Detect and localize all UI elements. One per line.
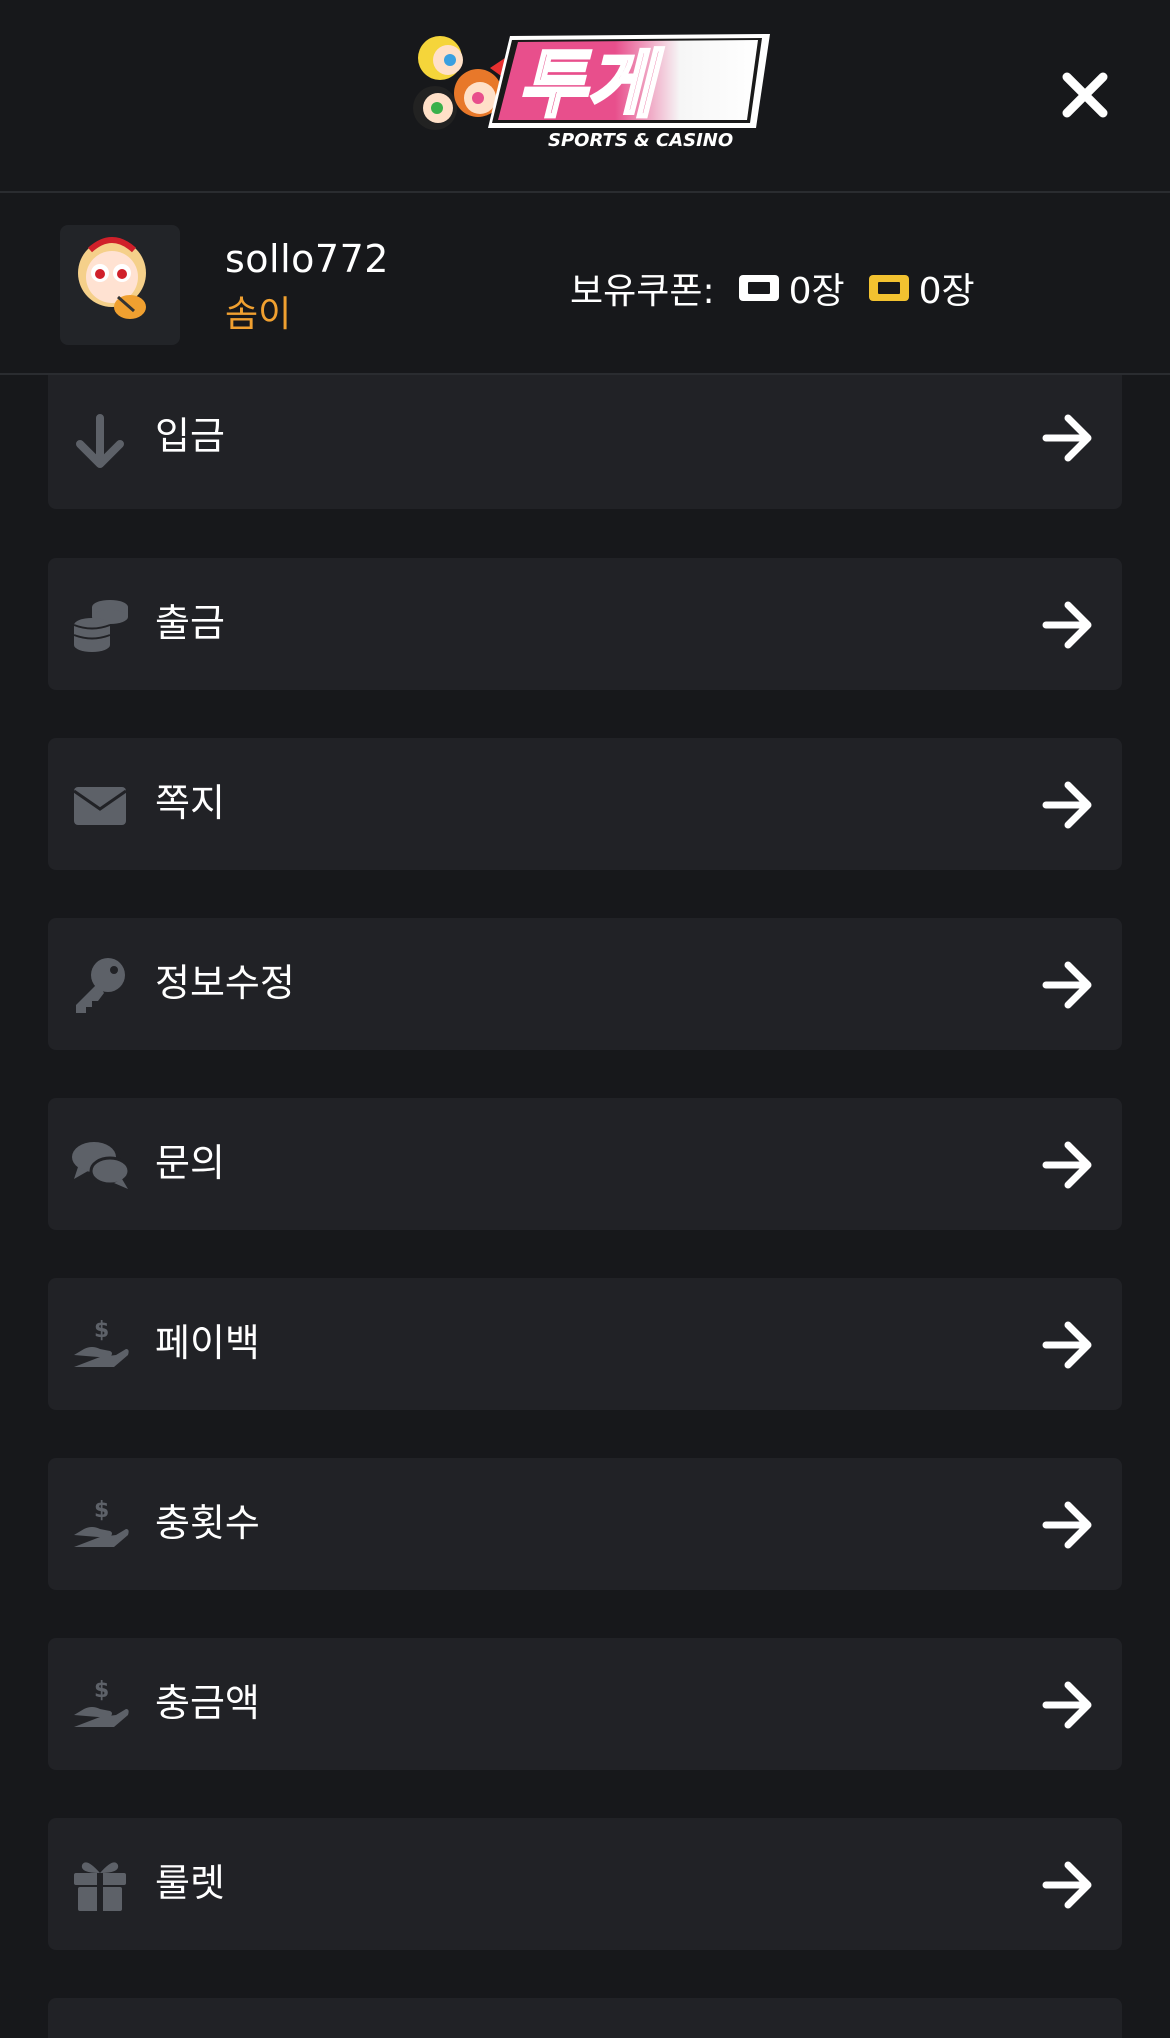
- arrow-right-icon: [1042, 1321, 1092, 1369]
- arrow-right-icon: [1042, 601, 1092, 649]
- menu-item-messages[interactable]: 쪽지: [48, 738, 1122, 870]
- menu-item-label: 쪽지: [155, 781, 225, 825]
- comments-icon: [72, 1142, 130, 1189]
- hand-dollar-icon: $: [74, 1678, 129, 1727]
- menu-item-edit-profile[interactable]: 정보수정: [48, 918, 1122, 1050]
- menu-item-label: 룰렛: [155, 1861, 225, 1905]
- hand-dollar-icon: $: [74, 1498, 129, 1547]
- ticket-icon: [738, 275, 779, 301]
- menu-item-label: 페이백: [155, 1321, 260, 1365]
- close-icon[interactable]: [1060, 70, 1110, 120]
- user-info-bar: sollo772 솜이 보유쿠폰: 0장 0장: [0, 195, 1170, 375]
- menu-item-label: 문의: [155, 1141, 225, 1185]
- menu-item-charge-count[interactable]: $ 충횟수: [48, 1458, 1122, 1590]
- arrow-right-icon: [1042, 1681, 1092, 1729]
- coupon-info: 보유쿠폰: 0장 0장: [570, 263, 975, 313]
- svg-text:$: $: [94, 1498, 109, 1523]
- svg-text:$: $: [94, 1678, 109, 1703]
- menu-item-charge-amount[interactable]: $ 충금액: [48, 1638, 1122, 1770]
- arrow-right-icon: [1042, 781, 1092, 829]
- menu-item-label: 충금액: [155, 1681, 260, 1725]
- hand-dollar-icon: $: [74, 1318, 129, 1367]
- arrow-right-icon: [1042, 1501, 1092, 1549]
- nickname: 솜이: [225, 294, 292, 335]
- coins-icon: [73, 600, 128, 652]
- header: 투게 SPORTS & CASINO: [0, 0, 1170, 193]
- arrow-right-icon: [1042, 1861, 1092, 1909]
- avatar-image: [78, 237, 146, 319]
- arrow-right-icon: [1042, 414, 1092, 462]
- site-logo[interactable]: 투게 SPORTS & CASINO: [400, 28, 770, 153]
- coupon-label: 보유쿠폰:: [570, 271, 715, 312]
- menu-item-deposit[interactable]: 입금: [48, 375, 1122, 509]
- menu-item-label: 출금: [155, 601, 225, 645]
- coupon-white-count: 0장: [788, 271, 845, 312]
- key-icon: [76, 958, 125, 1013]
- coupon-yellow-count: 0장: [918, 271, 975, 312]
- avatar[interactable]: [60, 225, 180, 345]
- menu-item-inquiry[interactable]: 문의: [48, 1098, 1122, 1230]
- username: sollo772: [225, 237, 389, 281]
- envelope-icon: [73, 787, 127, 825]
- menu-item-label: 정보수정: [155, 961, 295, 1005]
- ticket-yellow-icon: [868, 275, 909, 301]
- arrow-right-icon: [1042, 961, 1092, 1009]
- menu-item-withdraw[interactable]: 출금: [48, 558, 1122, 690]
- menu-item-roulette[interactable]: 룰렛: [48, 1818, 1122, 1950]
- logo-subtitle: SPORTS & CASINO: [548, 130, 733, 151]
- gift-icon: [74, 1862, 126, 1911]
- menu-item-label: 입금: [155, 414, 225, 458]
- menu-item-payback[interactable]: $ 페이백: [48, 1278, 1122, 1410]
- arrow-right-icon: [1042, 1141, 1092, 1189]
- menu-item-partial[interactable]: [48, 1998, 1122, 2038]
- menu-item-label: 충횟수: [155, 1501, 260, 1545]
- arrow-down-icon: [76, 414, 124, 468]
- svg-text:$: $: [94, 1318, 109, 1343]
- logo-text: 투게: [518, 42, 664, 128]
